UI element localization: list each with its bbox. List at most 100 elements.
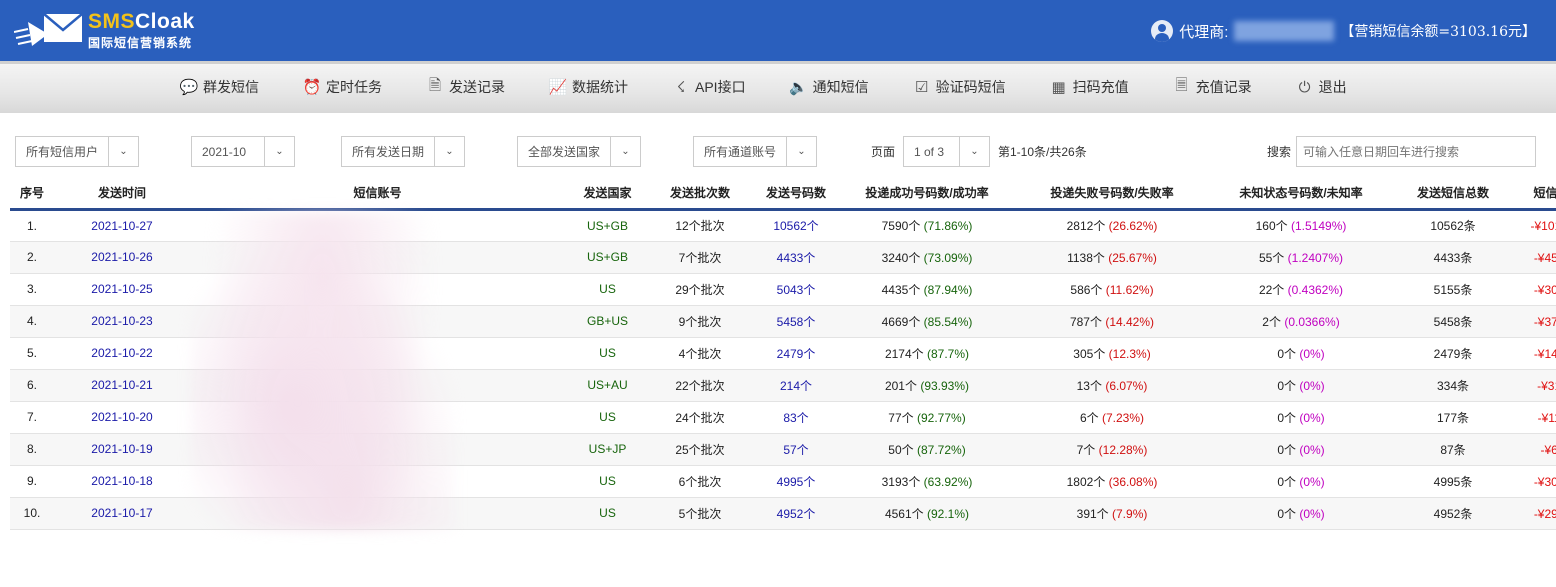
success-cell-rate: (71.86%) [923,219,973,233]
unknown-cell: 0个 (0%) [1212,369,1390,402]
country-select[interactable]: 全部发送国家 ⌄ [517,136,641,167]
column-header: 投递失败号码数/失败率 [1012,178,1212,211]
country-cell: US+AU [565,369,650,402]
success-cell: 4561个 (92.1%) [842,497,1012,530]
send-date-link[interactable]: 2021-10-19 [54,433,190,466]
batches-cell: 29个批次 [650,273,750,306]
date-select[interactable]: 所有发送日期 ⌄ [341,136,465,167]
numbers-link[interactable]: 4433个 [750,241,842,274]
nav-item-2[interactable]: 🗎 发送记录 [426,76,505,98]
numbers-link[interactable]: 57个 [750,433,842,466]
speaker-icon: 🔈 [789,79,808,96]
total-sms-cell: 4995条 [1390,465,1516,498]
cost-cell: -¥6.20元 [1516,433,1556,466]
fail-cell-count: 2812个 [1066,219,1106,233]
nav-item-6[interactable]: ☑ 验证码短信 [913,76,1006,98]
nav-item-label: 充值记录 [1195,79,1252,95]
send-date-link[interactable]: 2021-10-18 [54,465,190,498]
send-date-link[interactable]: 2021-10-26 [54,241,190,274]
unknown-cell: 160个 (1.5149%) [1212,209,1390,242]
search-input[interactable] [1296,136,1536,167]
send-date-link[interactable]: 2021-10-20 [54,401,190,434]
country-cell: US [565,273,650,306]
nav-item-label: 群发短信 [203,79,259,95]
nav-item-label: 验证码短信 [935,79,1006,95]
chevron-down-icon[interactable]: ⌄ [959,137,989,166]
column-header: 序号 [10,178,54,211]
fail-cell-count: 6个 [1079,410,1099,425]
country-cell: US+JP [565,433,650,466]
column-header: 发送批次数 [650,178,750,211]
account-redacted-area [190,212,455,530]
success-cell-count: 201个 [884,378,917,393]
fail-cell-count: 1802个 [1066,474,1106,489]
fail-cell: 586个 (11.62%) [1012,273,1212,306]
fail-cell-rate: (14.42%) [1105,314,1155,329]
row-index: 7. [10,401,54,434]
nav-item-5[interactable]: 🔈 通知短信 [789,76,868,98]
send-date-link[interactable]: 2021-10-27 [54,209,190,242]
numbers-link[interactable]: 4952个 [750,497,842,530]
nav-item-8[interactable]: 🗏 充值记录 [1173,76,1252,98]
nav-item-3[interactable]: 📈 数据统计 [549,76,628,98]
month-select[interactable]: 2021-10 ⌄ [191,136,295,167]
row-index: 6. [10,369,54,402]
send-date-link[interactable]: 2021-10-22 [54,337,190,370]
unknown-cell-rate: (0%) [1299,506,1325,521]
column-header: 发送国家 [565,178,650,211]
nav-item-1[interactable]: ⏰ 定时任务 [303,76,382,98]
nav-item-7[interactable]: ▦ 扫码充值 [1050,76,1128,98]
batches-cell: 5个批次 [650,497,750,530]
numbers-link[interactable]: 5043个 [750,273,842,306]
numbers-link[interactable]: 2479个 [750,337,842,370]
check-document-icon: ☑ [914,79,929,96]
channel-select[interactable]: 所有通道账号 ⌄ [693,136,817,167]
total-sms-cell: 87条 [1390,433,1516,466]
fail-cell: 787个 (14.42%) [1012,305,1212,338]
chevron-down-icon[interactable]: ⌄ [108,137,138,166]
send-date-link[interactable]: 2021-10-21 [54,369,190,402]
fail-cell: 391个 (7.9%) [1012,497,1212,530]
search-label: 搜索 [1267,145,1292,159]
unknown-cell: 0个 (0%) [1212,465,1390,498]
success-cell-count: 7590个 [881,219,921,233]
user-select[interactable]: 所有短信用户 ⌄ [15,136,139,167]
country-cell: US [565,497,650,530]
chevron-down-icon[interactable]: ⌄ [786,137,816,166]
numbers-link[interactable]: 10562个 [750,209,842,242]
row-index: 1. [10,209,54,242]
unknown-cell: 2个 (0.0366%) [1212,305,1390,338]
numbers-link[interactable]: 214个 [750,369,842,402]
unknown-cell-count: 2个 [1262,314,1281,329]
fail-cell-count: 13个 [1076,378,1102,393]
cost-cell: -¥376.60元 [1516,305,1556,338]
fail-cell-rate: (7.9%) [1112,506,1148,521]
send-date-link[interactable]: 2021-10-25 [54,273,190,306]
chevron-down-icon[interactable]: ⌄ [264,137,294,166]
unknown-cell: 0个 (0%) [1212,401,1390,434]
unknown-cell-rate: (0%) [1299,474,1325,489]
fail-cell-rate: (11.62%) [1105,282,1154,297]
numbers-link[interactable]: 5458个 [750,305,842,338]
unknown-cell-rate: (0%) [1299,442,1325,457]
numbers-link[interactable]: 4995个 [750,465,842,498]
total-sms-cell: 4952条 [1390,497,1516,530]
fail-cell: 305个 (12.3%) [1012,337,1212,370]
chevron-down-icon[interactable]: ⌄ [610,137,640,166]
nav-item-0[interactable]: 💬 群发短信 [180,76,259,98]
fail-cell: 2812个 (26.62%) [1012,209,1212,242]
agent-label: 代理商: [1179,23,1229,41]
page-label: 页面 [871,145,896,159]
batches-cell: 12个批次 [650,209,750,242]
send-date-link[interactable]: 2021-10-17 [54,497,190,530]
numbers-link[interactable]: 83个 [750,401,842,434]
cost-cell: -¥297.12元 [1516,497,1556,530]
nav-item-9[interactable]: ⏻ 退出 [1296,76,1347,98]
success-cell-rate: (92.77%) [917,410,966,425]
share-nodes-icon: ☇ [676,79,686,96]
nav-item-4[interactable]: ☇ API接口 [672,76,746,98]
send-date-link[interactable]: 2021-10-23 [54,305,190,338]
chevron-down-icon[interactable]: ⌄ [434,137,464,166]
page-select[interactable]: 1 of 3 ⌄ [903,136,990,167]
brand-logo[interactable]: SMSCloak 国际短信营销系统 [14,10,214,54]
